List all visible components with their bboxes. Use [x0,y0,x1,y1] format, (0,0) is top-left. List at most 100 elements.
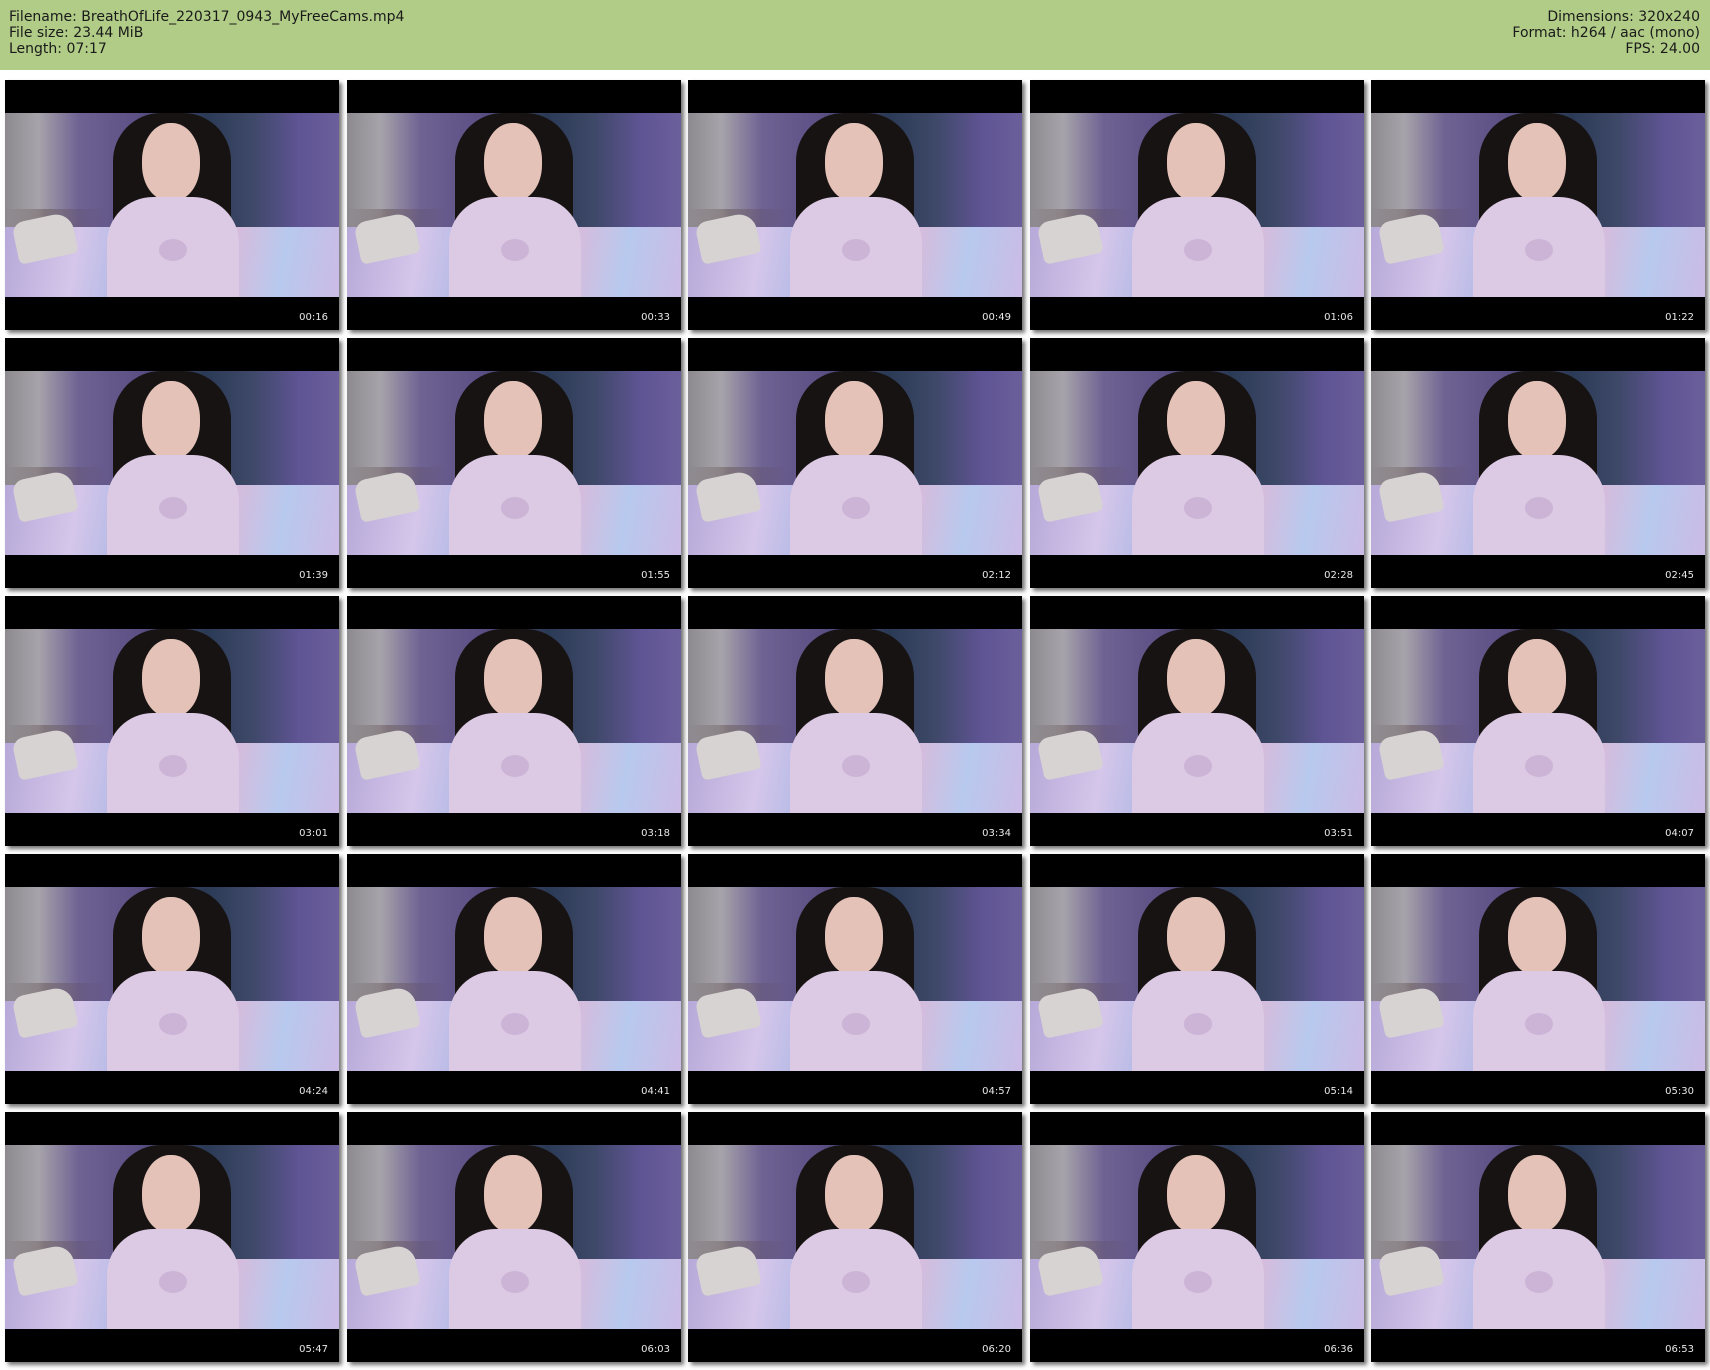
thumbnail-tile[interactable]: 01:22 [1371,80,1705,330]
thumbnail-tile[interactable]: 00:33 [347,80,681,330]
frame-face [484,123,542,201]
thumbnail-timestamp: 06:03 [641,1344,670,1355]
length-text: Length: 07:17 [9,41,107,57]
video-frame-image [1371,629,1705,813]
thumbnail-tile[interactable]: 04:07 [1371,596,1705,846]
thumbnail-timestamp: 03:51 [1324,828,1353,839]
thumbnail-timestamp: 05:30 [1665,1086,1694,1097]
video-frame-image [1371,371,1705,555]
format-text: Format: h264 / aac (mono) [1512,25,1700,41]
thumbnail-tile[interactable]: 03:18 [347,596,681,846]
thumbnail-tile[interactable]: 04:41 [347,854,681,1104]
frame-face [142,897,200,975]
video-frame-image [5,113,339,297]
video-frame-image [347,887,681,1071]
thumbnail-tile[interactable]: 05:47 [5,1112,339,1362]
thumbnail-tile[interactable]: 06:36 [1030,1112,1364,1362]
frame-bow [159,1013,187,1035]
frame-face [825,1155,883,1233]
video-frame-image [347,629,681,813]
thumbnail-tile[interactable]: 03:51 [1030,596,1364,846]
frame-bow [501,1013,529,1035]
thumbnail-tile[interactable]: 01:55 [347,338,681,588]
frame-face [1508,897,1566,975]
thumbnail-tile[interactable]: 00:49 [688,80,1022,330]
video-frame-image [688,113,1022,297]
thumbnail-timestamp: 01:55 [641,570,670,581]
thumbnail-tile[interactable]: 03:01 [5,596,339,846]
frame-face [142,381,200,459]
thumbnail-tile[interactable]: 05:30 [1371,854,1705,1104]
video-frame-image [5,1145,339,1329]
frame-bow [1525,755,1553,777]
thumbnail-tile[interactable]: 06:53 [1371,1112,1705,1362]
frame-face [1508,639,1566,717]
filename-text: Filename: BreathOfLife_220317_0943_MyFre… [9,9,405,25]
thumbnail-tile[interactable]: 02:12 [688,338,1022,588]
thumbnail-grid: 00:16 00:33 00:49 01:06 01:22 01:39 01:55 02:12… [0,70,1710,1370]
file-info-left: Filename: BreathOfLife_220317_0943_MyFre… [9,9,404,57]
frame-bow [1184,239,1212,261]
file-info-right: Dimensions: 320x240 Format: h264 / aac (… [1512,9,1700,57]
thumbnail-tile[interactable]: 02:28 [1030,338,1364,588]
thumbnail-tile[interactable]: 00:16 [5,80,339,330]
frame-bow [1184,1271,1212,1293]
video-frame-image [347,371,681,555]
file-info-header: Filename: BreathOfLife_220317_0943_MyFre… [0,0,1710,70]
frame-bow [501,239,529,261]
thumbnail-timestamp: 03:01 [299,828,328,839]
thumbnail-timestamp: 01:39 [299,570,328,581]
video-frame-image [347,1145,681,1329]
video-frame-image [5,371,339,555]
video-frame-image [1371,887,1705,1071]
dimensions-text: Dimensions: 320x240 [1547,9,1700,25]
frame-bow [842,497,870,519]
thumbnail-timestamp: 04:07 [1665,828,1694,839]
thumbnail-timestamp: 02:12 [982,570,1011,581]
filesize-text: File size: 23.44 MiB [9,25,144,41]
video-frame-image [1030,887,1364,1071]
thumbnail-tile[interactable]: 05:14 [1030,854,1364,1104]
frame-bow [1525,239,1553,261]
frame-face [1167,381,1225,459]
thumbnail-tile[interactable]: 04:24 [5,854,339,1104]
thumbnail-timestamp: 04:41 [641,1086,670,1097]
frame-face [1508,123,1566,201]
frame-bow [842,1271,870,1293]
frame-bow [1525,497,1553,519]
video-frame-image [1030,113,1364,297]
thumbnail-tile[interactable]: 06:03 [347,1112,681,1362]
thumbnail-tile[interactable]: 03:34 [688,596,1022,846]
frame-bow [159,239,187,261]
thumbnail-timestamp: 00:33 [641,312,670,323]
frame-face [1167,1155,1225,1233]
frame-face [142,1155,200,1233]
thumbnail-timestamp: 01:22 [1665,312,1694,323]
frame-bow [1525,1271,1553,1293]
thumbnail-tile[interactable]: 01:06 [1030,80,1364,330]
frame-face [825,639,883,717]
frame-bow [1184,497,1212,519]
thumbnail-timestamp: 05:14 [1324,1086,1353,1097]
frame-bow [1184,755,1212,777]
thumbnail-tile[interactable]: 01:39 [5,338,339,588]
video-frame-image [688,629,1022,813]
frame-face [142,639,200,717]
frame-face [1167,897,1225,975]
thumbnail-tile[interactable]: 06:20 [688,1112,1022,1362]
frame-face [825,897,883,975]
thumbnail-timestamp: 01:06 [1324,312,1353,323]
fps-text: FPS: 24.00 [1625,41,1700,57]
video-frame-image [5,887,339,1071]
thumbnail-tile[interactable]: 04:57 [688,854,1022,1104]
thumbnail-timestamp: 05:47 [299,1344,328,1355]
thumbnail-timestamp: 00:16 [299,312,328,323]
thumbnail-timestamp: 02:28 [1324,570,1353,581]
thumbnail-timestamp: 06:20 [982,1344,1011,1355]
thumbnail-timestamp: 04:57 [982,1086,1011,1097]
thumbnail-tile[interactable]: 02:45 [1371,338,1705,588]
video-frame-image [688,887,1022,1071]
frame-face [1167,123,1225,201]
thumbnail-timestamp: 04:24 [299,1086,328,1097]
video-frame-image [5,629,339,813]
